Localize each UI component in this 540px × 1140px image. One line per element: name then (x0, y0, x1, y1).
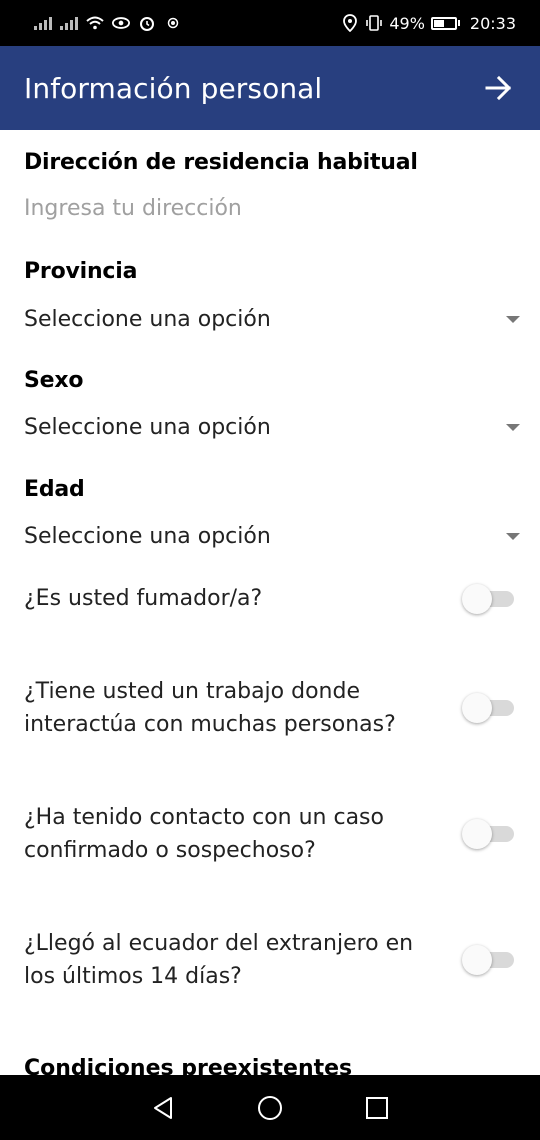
work-question: ¿Tiene usted un trabajo donde interactúa… (24, 679, 396, 737)
battery-percent: 49% (389, 13, 425, 33)
back-button[interactable] (143, 1088, 183, 1128)
work-toggle[interactable] (462, 691, 516, 723)
age-value: Seleccione una opción (24, 523, 271, 549)
home-button[interactable] (250, 1088, 290, 1128)
sex-value: Seleccione una opción (24, 414, 271, 440)
contact-toggle[interactable] (462, 817, 516, 849)
clock: 20:33 (469, 13, 516, 33)
travel-question: ¿Llegó al ecuador del extranjero en los … (24, 931, 414, 989)
form-content[interactable]: Dirección de residencia habitual Provinc… (0, 130, 540, 1075)
dropdown-arrow-icon (506, 532, 520, 540)
travel-toggle[interactable] (462, 943, 516, 975)
page-title: Información personal (24, 71, 323, 105)
next-button[interactable] (482, 71, 516, 105)
contact-question: ¿Ha tenido contacto con un caso confirma… (24, 805, 384, 863)
sex-select[interactable]: Seleccione una opción (24, 410, 522, 444)
status-bar-left (34, 14, 182, 32)
eye-icon (112, 14, 130, 32)
sex-label: Sexo (24, 368, 84, 393)
recents-button[interactable] (357, 1088, 397, 1128)
address-input[interactable] (24, 196, 514, 221)
signal-2-icon (60, 16, 78, 30)
dropdown-arrow-icon (506, 315, 520, 323)
arrow-right-icon (485, 75, 512, 101)
section-heading-preexisting: Condiciones preexistentes (24, 1056, 353, 1075)
province-select[interactable]: Seleccione una opción (24, 302, 522, 336)
status-bar-right: 49% 20:33 (341, 14, 516, 33)
age-label: Edad (24, 477, 85, 502)
address-label: Dirección de residencia habitual (24, 150, 418, 175)
home-icon (257, 1095, 282, 1120)
location-icon (341, 14, 359, 32)
dropdown-arrow-icon (506, 423, 520, 431)
smoker-toggle[interactable] (462, 582, 516, 614)
sensor-icon (164, 14, 182, 32)
navigation-bar (0, 1075, 540, 1140)
province-label: Provincia (24, 259, 138, 284)
battery-icon (430, 16, 460, 30)
alarm-icon (138, 14, 156, 32)
recents-icon (365, 1096, 388, 1119)
vibrate-icon (365, 14, 383, 32)
age-select[interactable]: Seleccione una opción (24, 519, 522, 553)
status-bar: 49% 20:33 (0, 0, 540, 46)
app-bar: Información personal (0, 46, 540, 130)
smoker-question: ¿Es usted fumador/a? (24, 586, 263, 611)
province-value: Seleccione una opción (24, 306, 271, 332)
wifi-icon (86, 14, 104, 32)
back-icon (154, 1096, 173, 1119)
signal-icon (34, 16, 52, 30)
